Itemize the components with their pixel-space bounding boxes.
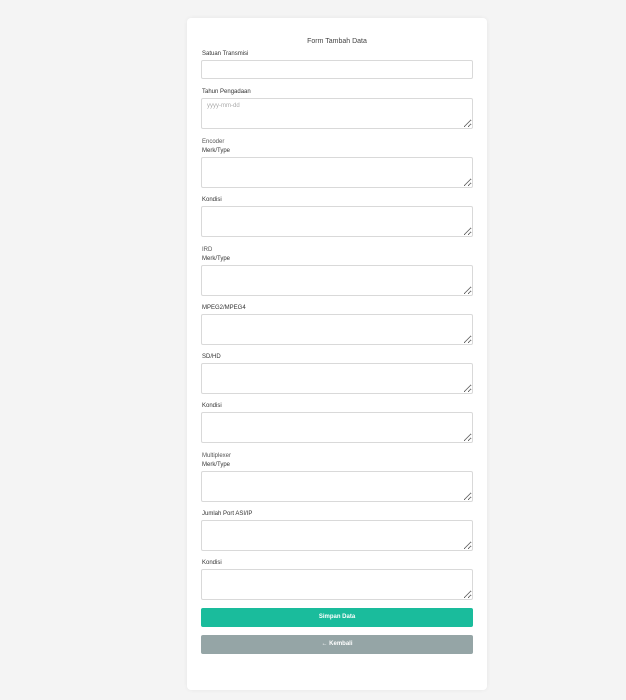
form-title: Form Tambah Data [307,38,367,45]
multiplexer-heading: Multiplexer [202,453,232,459]
multiplexer-jumlah-port-label: Jumlah Port ASI/IP [202,511,253,517]
ird-mpeg-textarea[interactable] [201,314,473,345]
ird-kondisi-textarea[interactable] [201,412,473,443]
ird-kondisi-label: Kondisi [202,403,222,409]
encoder-merk-type-textarea[interactable] [201,157,473,188]
satuan-transmisi-label: Satuan Transmisi [202,51,249,57]
multiplexer-merk-type-textarea[interactable] [201,471,473,502]
tahun-pengadaan-textarea[interactable] [201,98,473,129]
ird-merk-type-textarea[interactable] [201,265,473,296]
simpan-data-button[interactable]: Simpan Data [201,608,473,627]
encoder-merk-type-label: Merk/Type [202,148,231,154]
ird-sdhd-label: SD/HD [202,354,221,360]
tahun-pengadaan-label: Tahun Pengadaan [202,89,251,95]
multiplexer-merk-type-label: Merk/Type [202,462,231,468]
encoder-kondisi-label: Kondisi [202,197,222,203]
kembali-button[interactable]: ← Kembali [201,635,473,654]
ird-mpeg-label: MPEG2/MPEG4 [202,305,246,311]
multiplexer-jumlah-port-textarea[interactable] [201,520,473,551]
ird-heading: IRD [202,247,213,253]
satuan-transmisi-input[interactable] [201,60,473,79]
ird-merk-type-label: Merk/Type [202,256,231,262]
ird-sdhd-textarea[interactable] [201,363,473,394]
form-card: Form Tambah Data Satuan Transmisi Tahun … [187,18,487,690]
encoder-heading: Encoder [202,139,225,145]
encoder-kondisi-textarea[interactable] [201,206,473,237]
multiplexer-kondisi-label: Kondisi [202,560,222,566]
multiplexer-kondisi-textarea[interactable] [201,569,473,600]
